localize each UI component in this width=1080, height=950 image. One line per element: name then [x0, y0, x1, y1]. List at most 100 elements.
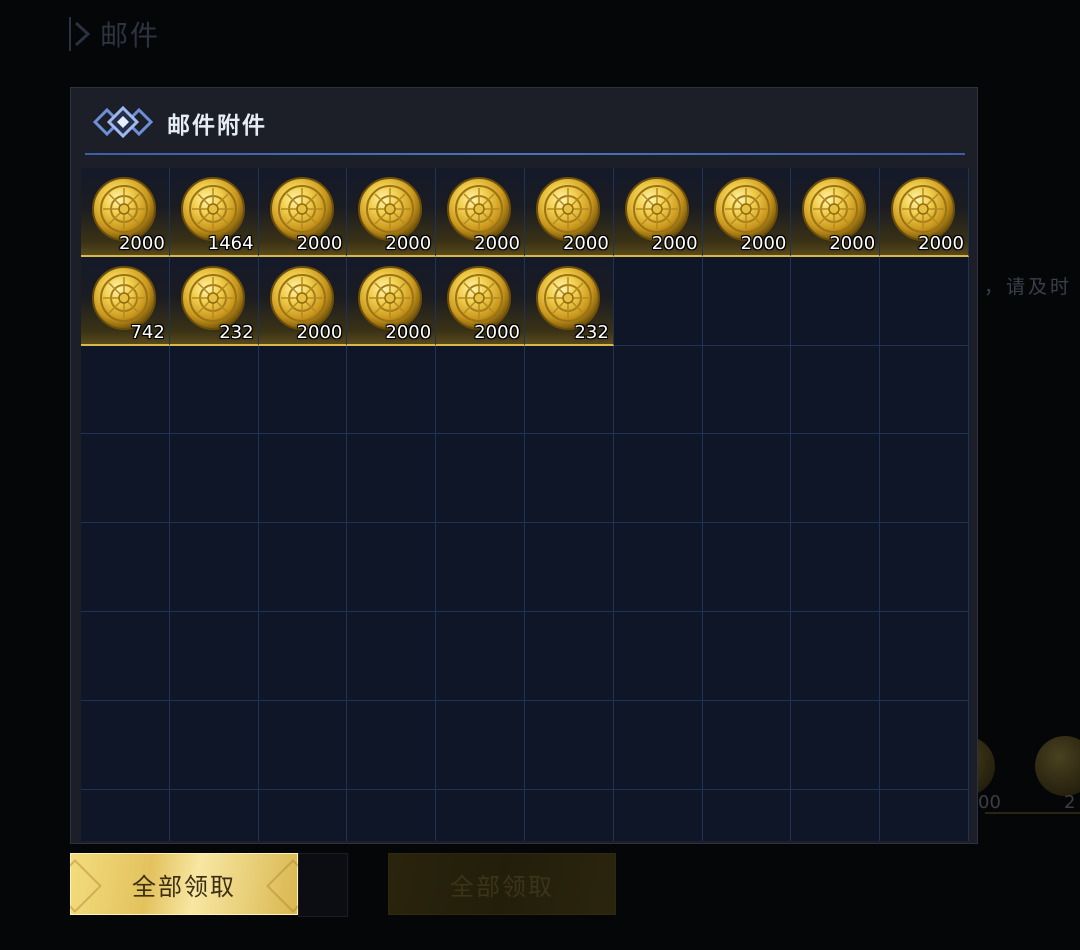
empty-slot: [169, 789, 259, 841]
empty-slot: [880, 434, 969, 524]
empty-slot: [791, 611, 881, 701]
item-quantity: 1464: [207, 232, 254, 254]
background-coin-icon: [1035, 736, 1080, 796]
attachment-slot[interactable]: 232: [524, 256, 614, 346]
empty-slot: [81, 611, 170, 701]
item-quantity: 2000: [118, 232, 165, 254]
empty-slot: [524, 345, 614, 435]
background-page-title-text: 邮件: [100, 19, 161, 52]
empty-slot: [791, 345, 881, 435]
item-quantity: 2000: [474, 321, 520, 343]
empty-slot: [258, 611, 348, 701]
empty-slot: [524, 789, 614, 841]
empty-slot: [613, 789, 703, 841]
attachment-grid: 2000 1464 2000 2000 2000 2000 2000 2000 2000 2000…: [81, 168, 969, 841]
empty-slot: [81, 523, 170, 612]
empty-slot: [169, 434, 259, 524]
attachment-slot[interactable]: 232: [169, 256, 259, 346]
empty-slot: [347, 611, 437, 701]
empty-slot: [258, 434, 348, 524]
item-quantity: 232: [574, 321, 609, 343]
attachment-slot[interactable]: 2000: [613, 168, 703, 257]
mail-screen: 邮件 ，请及时 00 2 邮件附件 2000 1464 2000 2000 2000 20…: [0, 0, 1080, 950]
empty-slot: [524, 523, 614, 612]
background-slot: [298, 853, 348, 917]
attachment-slot[interactable]: 2000: [347, 256, 437, 346]
empty-slot: [702, 700, 792, 790]
empty-slot: [81, 700, 170, 790]
background-quantity: 2: [1064, 792, 1076, 813]
empty-slot: [791, 523, 881, 612]
empty-slot: [347, 434, 437, 524]
background-slot-edge: [985, 812, 1080, 814]
attachment-slot[interactable]: 2000: [702, 168, 792, 257]
empty-slot: [258, 345, 348, 435]
empty-slot: [702, 434, 792, 524]
empty-slot: [880, 789, 969, 841]
empty-slot: [436, 700, 525, 790]
empty-slot: [169, 523, 259, 612]
empty-slot: [791, 700, 881, 790]
item-quantity: 2000: [385, 321, 432, 343]
empty-slot: [81, 789, 170, 841]
empty-slot: [524, 611, 614, 701]
item-quantity: 2000: [296, 321, 343, 343]
empty-slot: [81, 345, 170, 435]
attachment-slot[interactable]: 2000: [81, 168, 170, 257]
header-divider: [85, 153, 965, 155]
attachment-slot[interactable]: 2000: [347, 168, 437, 257]
empty-slot: [613, 611, 703, 701]
button-ornament: [70, 859, 102, 913]
attachment-slot[interactable]: 2000: [791, 168, 881, 257]
item-quantity: 2000: [296, 232, 343, 254]
empty-slot: [524, 434, 614, 524]
attachment-slot[interactable]: 2000: [524, 168, 614, 257]
empty-slot: [436, 345, 525, 435]
item-quantity: 232: [219, 321, 254, 343]
dialog-header: 邮件附件: [71, 88, 977, 154]
empty-slot: [258, 523, 348, 612]
empty-slot: [613, 700, 703, 790]
empty-slot: [81, 434, 170, 524]
empty-slot: [880, 700, 969, 790]
empty-slot: [436, 434, 525, 524]
empty-slot: [702, 345, 792, 435]
empty-slot: [791, 434, 881, 524]
background-quantity: 00: [978, 792, 1001, 813]
empty-slot: [791, 256, 881, 346]
empty-slot: [880, 611, 969, 701]
attachment-slot[interactable]: 742: [81, 256, 170, 346]
claim-all-button-dimmed[interactable]: 全部领取: [388, 853, 616, 915]
claim-all-button-label: 全部领取: [132, 872, 236, 901]
empty-slot: [880, 523, 969, 612]
empty-slot: [436, 789, 525, 841]
empty-slot: [258, 789, 348, 841]
attachment-slot[interactable]: 1464: [169, 168, 259, 257]
item-quantity: 2000: [829, 232, 876, 254]
empty-slot: [880, 256, 969, 346]
attachment-slot[interactable]: 2000: [880, 168, 969, 257]
empty-slot: [702, 256, 792, 346]
empty-slot: [702, 611, 792, 701]
empty-slot: [791, 789, 881, 841]
attachment-slot[interactable]: 2000: [258, 168, 348, 257]
attachment-slot[interactable]: 2000: [436, 168, 525, 257]
attachment-slot[interactable]: 2000: [258, 256, 348, 346]
claim-all-button[interactable]: 全部领取: [70, 853, 298, 915]
empty-slot: [702, 789, 792, 841]
empty-slot: [613, 434, 703, 524]
background-page-title: 邮件: [68, 14, 160, 54]
empty-slot: [169, 700, 259, 790]
empty-slot: [613, 256, 703, 346]
item-quantity: 2000: [385, 232, 432, 254]
attachment-dialog: 邮件附件 2000 1464 2000 2000 2000 2000 2000 2000 200…: [70, 87, 978, 844]
item-quantity: 742: [130, 321, 165, 343]
item-quantity: 2000: [474, 232, 520, 254]
empty-slot: [880, 345, 969, 435]
claim-all-dimmed-label: 全部领取: [450, 872, 554, 901]
empty-slot: [258, 700, 348, 790]
empty-slot: [702, 523, 792, 612]
attachment-slot[interactable]: 2000: [436, 256, 525, 346]
empty-slot: [524, 700, 614, 790]
button-ornament: [266, 859, 298, 913]
